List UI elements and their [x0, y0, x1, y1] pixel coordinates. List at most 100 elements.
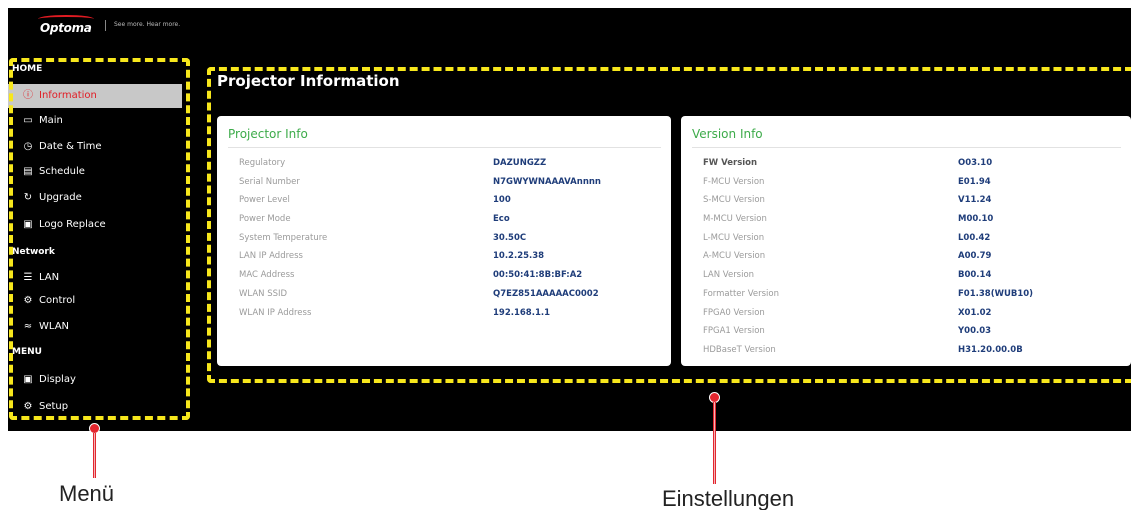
- sitemap-icon: ☰: [23, 272, 33, 283]
- sidebar-item-wlan[interactable]: ≈ WLAN: [8, 315, 182, 339]
- sidebar-item-upgrade[interactable]: ↻ Upgrade: [8, 186, 182, 210]
- row-value: F01.38(WUB10): [958, 289, 1034, 299]
- row-value: Q7EZ851AAAAAC0002: [493, 289, 599, 299]
- projector-info-card: Projector Info Regulatory DAZUNGZZ Serial…: [217, 116, 671, 366]
- sidebar-item-schedule[interactable]: ▤ Schedule: [8, 160, 182, 184]
- info-row: L-MCU Version L00.42: [681, 231, 1131, 247]
- sidebar-item-label: Information: [39, 90, 97, 101]
- sidebar-item-display[interactable]: ▣ Display: [8, 368, 182, 392]
- row-label: WLAN SSID: [239, 289, 288, 299]
- info-row: Serial Number N7GWYWNAAAVAnnnn: [217, 175, 671, 191]
- brand-name: Optoma: [40, 21, 92, 35]
- row-value: M00.10: [958, 214, 994, 224]
- info-row: FW Version O03.10: [681, 156, 1131, 172]
- card-divider: [692, 147, 1121, 148]
- wifi-icon: ≈: [23, 321, 33, 332]
- row-value: B00.14: [958, 270, 992, 280]
- row-value: 192.168.1.1: [493, 308, 551, 318]
- card-divider: [228, 147, 661, 148]
- cogs-icon: ⚙: [23, 295, 33, 306]
- row-value: H31.20.00.0B: [958, 345, 1023, 355]
- menu-callout-label: Menü: [59, 481, 115, 506]
- row-value: A00.79: [958, 251, 992, 261]
- info-row: LAN Version B00.14: [681, 268, 1131, 284]
- info-row: Power Mode Eco: [217, 212, 671, 228]
- row-value: X01.02: [958, 308, 992, 318]
- row-label: Regulatory: [239, 158, 286, 168]
- sidebar-item-label: Control: [39, 295, 76, 306]
- row-value: V11.24: [958, 195, 992, 205]
- row-label: Formatter Version: [703, 289, 779, 299]
- info-row: Regulatory DAZUNGZZ: [217, 156, 671, 172]
- card-title: Projector Info: [228, 127, 308, 141]
- card-title: Version Info: [692, 127, 763, 141]
- row-label: Power Level: [239, 195, 290, 205]
- sidebar-item-label: LAN: [39, 272, 60, 283]
- sidebar-item-logo-replace[interactable]: ▣ Logo Replace: [8, 213, 182, 237]
- row-label: WLAN IP Address: [239, 308, 312, 318]
- row-value: Eco: [493, 214, 510, 224]
- info-row: FPGA0 Version X01.02: [681, 306, 1131, 322]
- sidebar-item-main[interactable]: ▭ Main: [8, 109, 182, 133]
- sidebar-section-network: Network: [12, 247, 55, 257]
- sidebar-item-lan[interactable]: ☰ LAN: [8, 266, 182, 290]
- info-row: WLAN IP Address 192.168.1.1: [217, 306, 671, 322]
- sidebar-item-control[interactable]: ⚙ Control: [8, 289, 182, 313]
- info-row: WLAN SSID Q7EZ851AAAAAC0002: [217, 287, 671, 303]
- sidebar-item-label: Setup: [39, 401, 69, 412]
- version-info-card: Version Info FW Version O03.10 F-MCU Vers…: [681, 116, 1131, 366]
- sidebar-section-menu: MENU: [12, 347, 42, 357]
- sidebar-item-information[interactable]: ⓘ Information: [8, 84, 182, 108]
- info-row: System Temperature 30.50C: [217, 231, 671, 247]
- cogs-icon: ⚙: [23, 401, 33, 412]
- sidebar-item-date-time[interactable]: ◷ Date & Time: [8, 135, 182, 159]
- sidebar-item-setup[interactable]: ⚙ Setup: [8, 395, 182, 419]
- row-value: N7GWYWNAAAVAnnnn: [493, 177, 601, 187]
- info-row: A-MCU Version A00.79: [681, 249, 1131, 265]
- calendar-icon: ▤: [23, 166, 33, 177]
- row-label: M-MCU Version: [703, 214, 767, 224]
- sidebar-item-label: WLAN: [39, 321, 70, 332]
- info-row: MAC Address 00:50:41:8B:BF:A2: [217, 268, 671, 284]
- info-row: F-MCU Version E01.94: [681, 175, 1131, 191]
- info-circle-icon: ⓘ: [23, 90, 33, 101]
- header-divider: [105, 20, 106, 31]
- refresh-icon: ↻: [23, 192, 33, 203]
- info-row: Formatter Version F01.38(WUB10): [681, 287, 1131, 303]
- row-value: 10.2.25.38: [493, 251, 545, 261]
- row-label: FW Version: [703, 158, 758, 168]
- row-label: L-MCU Version: [703, 233, 765, 243]
- row-label: HDBaseT Version: [703, 345, 776, 355]
- settings-callout-line: [713, 402, 716, 484]
- image-icon: ▣: [23, 374, 33, 385]
- sidebar: HOME ⓘ Information ▭ Main ◷ Date & Time …: [8, 40, 186, 431]
- sidebar-item-label: Logo Replace: [39, 219, 106, 230]
- row-label: Serial Number: [239, 177, 300, 187]
- screenshot-stage: Optoma See more. Hear more. HOME ⓘ Infor…: [0, 0, 1131, 510]
- row-label: System Temperature: [239, 233, 328, 243]
- row-label: F-MCU Version: [703, 177, 765, 187]
- row-value: 100: [493, 195, 511, 205]
- menu-callout-line: [93, 433, 96, 478]
- info-row: S-MCU Version V11.24: [681, 193, 1131, 209]
- info-row: M-MCU Version M00.10: [681, 212, 1131, 228]
- sidebar-item-label: Schedule: [39, 166, 85, 177]
- row-label: FPGA1 Version: [703, 326, 765, 336]
- top-header: Optoma See more. Hear more.: [8, 8, 1131, 40]
- optoma-logo[interactable]: Optoma: [36, 14, 98, 35]
- sidebar-item-label: Main: [39, 115, 63, 126]
- info-row: Power Level 100: [217, 193, 671, 209]
- monitor-icon: ▭: [23, 115, 33, 126]
- info-row: FPGA1 Version Y00.03: [681, 324, 1131, 340]
- main-content: Projector Information Projector Info Reg…: [186, 40, 1131, 431]
- row-label: A-MCU Version: [703, 251, 766, 261]
- sidebar-section-home: HOME: [12, 64, 43, 74]
- row-value: 00:50:41:8B:BF:A2: [493, 270, 583, 280]
- sidebar-item-label: Date & Time: [39, 141, 102, 152]
- row-label: LAN IP Address: [239, 251, 303, 261]
- settings-callout-label: Einstellungen: [662, 486, 795, 510]
- row-label: LAN Version: [703, 270, 755, 280]
- brand-tagline: See more. Hear more.: [114, 21, 181, 28]
- row-label: FPGA0 Version: [703, 308, 765, 318]
- image-icon: ▣: [23, 219, 33, 230]
